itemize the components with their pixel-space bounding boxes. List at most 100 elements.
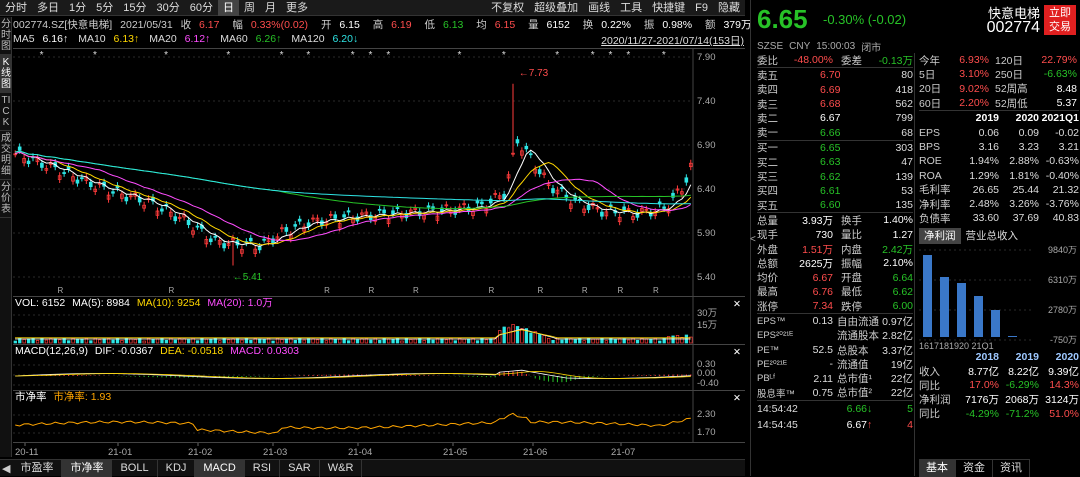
quote-panel: 6.65 -0.30% (-0.02) 快意电梯 002774 立即 交易 SZ… (750, 0, 1080, 477)
period-tab-0[interactable]: 分时 (0, 0, 32, 16)
pb-panel[interactable]: 市净率 市净率: 1.93 ✕ 2.30 1.70 (13, 390, 745, 443)
valuation-row: PBᴸᶠ 2.11 总市值¹ 22亿 (757, 372, 913, 386)
vol-ma10: MA(10): 9254 (136, 297, 201, 309)
commission-ratio-label: 委比 (757, 54, 778, 67)
candle-body (426, 205, 431, 208)
ratio-table: EPS 0.06 0.09 -0.02 BPS 3.16 3.23 3.21 ROE 1.94% 2… (919, 125, 1079, 225)
right-tab-0[interactable]: 基本 (919, 459, 956, 477)
collapse-icon[interactable]: < (750, 234, 756, 245)
indicator-tab-6[interactable]: SAR (280, 459, 320, 477)
toolbar-tool-1[interactable]: 超级叠加 (529, 0, 583, 16)
ask-level-row[interactable]: 卖一 6.66 68 (757, 125, 913, 140)
fin-tab-0[interactable]: 净利润 (919, 227, 961, 244)
indicator-tab-2[interactable]: BOLL (112, 459, 158, 477)
panel-close-icon[interactable]: ✕ (733, 347, 741, 358)
date-range-link[interactable]: 2020/11/27-2021/07/14(153日) (601, 33, 744, 48)
ask-level-row[interactable]: 卖五 6.70 80 (757, 68, 913, 82)
ask-level-row[interactable]: 卖四 6.69 418 (757, 83, 913, 97)
trade-button[interactable]: 立即 交易 (1044, 5, 1076, 35)
year-value: -4.29% (965, 407, 999, 420)
right-tab-2[interactable]: 资讯 (993, 459, 1030, 477)
ma-value: 6.12↑ (181, 33, 211, 45)
indicator-tab-4[interactable]: MACD (195, 459, 245, 477)
perf-value2: 5.37 (1056, 97, 1077, 110)
stat-row-value2: 6.64 (892, 271, 913, 284)
tick-time: 14:54:42 (757, 403, 798, 416)
indicator-tab-7[interactable]: W&R (320, 459, 363, 477)
kline-chart[interactable]: 7.90 7.40 6.90 6.40 5.90 5.40 ←7.73 ←5.41 * * * * * *… (13, 48, 745, 297)
toolbar-tool-3[interactable]: 工具 (615, 0, 647, 16)
ratio-value: -3.76% (1045, 198, 1079, 211)
toolbar-tool-2[interactable]: 画线 (583, 0, 615, 16)
macd-panel[interactable]: MACD(12,26,9) DIF: -0.0367 DEA: -0.0518 … (13, 344, 745, 391)
period-tab-2[interactable]: 1分 (64, 0, 91, 16)
high-field: 高 6.19 (373, 19, 417, 31)
trade-stats: 总量 3.93万 换手 1.40% 现手 730 量比 1.27 外盘 1.51万 内盘 2.42万总… (757, 213, 913, 313)
tick-row: 14:54:42 6.66 ↓ 5 (757, 401, 913, 417)
period-tab-4[interactable]: 15分 (118, 0, 151, 16)
x-axis: 20-11 21-01 21-02 21-03 21-04 21-05 21-06 21-07 (13, 442, 745, 458)
toolbar-tool-6[interactable]: 隐藏 (713, 0, 745, 16)
ratio-value: 1.94% (969, 155, 999, 168)
ratio-value: 0.09 (1018, 126, 1039, 139)
candle-body (524, 145, 529, 150)
volume-panel[interactable]: VOL: 6152 MA(5): 8984 MA(10): 9254 MA(20… (13, 296, 745, 345)
left-view-1[interactable]: K线图 (0, 55, 12, 93)
panel-close-icon[interactable]: ✕ (733, 299, 741, 310)
ratio-row: EPS 0.06 0.09 -0.02 (919, 125, 1079, 139)
period-tab-1[interactable]: 多日 (32, 0, 64, 16)
fin-tab-1[interactable]: 营业总收入 (961, 228, 1024, 244)
toolbar-tool-4[interactable]: 快捷键 (647, 0, 690, 16)
swing-label: 振 (643, 19, 655, 31)
currency: CNY (789, 41, 811, 52)
period-tab-9[interactable]: 月 (260, 0, 281, 16)
fundamentals-column: 今年 6.93% 120日 22.79% 5日 3.10% 250日 -6.63% 20日 9.0… (919, 53, 1079, 421)
ask-level-label: 卖三 (757, 98, 778, 111)
profit-bar-chart: 9840万 6310万 2780万 -750万 1617181920 21Q1 (919, 245, 1079, 351)
right-tab-1[interactable]: 资金 (956, 459, 993, 477)
candle-body (17, 146, 22, 151)
valuation-label2: 总市值¹ (837, 373, 872, 386)
perf-label2: 52周高 (995, 83, 1028, 96)
indicator-tab-1[interactable]: 市净率 (62, 459, 113, 477)
left-view-2[interactable]: TICK (0, 93, 12, 131)
bid-level-row[interactable]: 买四 6.61 53 (757, 184, 913, 198)
year-label: 净利润 (919, 394, 951, 407)
candle-body (80, 177, 84, 180)
panel-close-icon[interactable]: ✕ (733, 393, 741, 404)
left-view-3[interactable]: 成交明细 (0, 131, 12, 180)
indicator-tab-3[interactable]: KDJ (158, 459, 196, 477)
stat-row-value2: 6.00 (892, 300, 913, 313)
vol-label: 量 (528, 19, 539, 31)
volume-bar (75, 338, 80, 344)
period-tab-7[interactable]: 日 (218, 0, 239, 16)
bid-level-row[interactable]: 买二 6.63 47 (757, 155, 913, 169)
candle-body (222, 243, 226, 249)
stat-row-label2: 量比 (841, 229, 862, 242)
ask-level-row[interactable]: 卖三 6.68 562 (757, 97, 913, 111)
toolbar-tool-0[interactable]: 不复权 (486, 0, 529, 16)
bid-level-row[interactable]: 买一 6.65 303 (757, 141, 913, 155)
period-tab-5[interactable]: 30分 (152, 0, 185, 16)
period-tab-6[interactable]: 60分 (185, 0, 218, 16)
bid-level-row[interactable]: 买五 6.60 135 (757, 198, 913, 212)
year-row: 净利润 7176万 2068万 3124万 (919, 392, 1079, 406)
candle-body (124, 196, 129, 202)
period-tab-8[interactable]: 周 (239, 0, 260, 16)
volume-bar (386, 338, 391, 344)
x-tick-label: 21-02 (188, 447, 212, 458)
volume-bar (209, 338, 213, 344)
rights-marker-icon: R (57, 286, 63, 295)
bid-level-row[interactable]: 买三 6.62 139 (757, 169, 913, 184)
indicator-tab-0[interactable]: 市盈率 (12, 459, 63, 477)
period-tab-3[interactable]: 5分 (91, 0, 118, 16)
indicator-tab-5[interactable]: RSI (245, 459, 281, 477)
left-view-0[interactable]: 分时图 (0, 17, 12, 55)
stock-code: 002774.SZ[快意电梯] (13, 19, 113, 31)
toolbar-tool-5[interactable]: F9 (690, 0, 713, 16)
period-tab-10[interactable]: 更多 (281, 0, 313, 16)
ask-level-row[interactable]: 卖二 6.67 799 (757, 111, 913, 125)
volume-bar (626, 339, 631, 344)
left-view-4[interactable]: 分价表 (0, 180, 12, 218)
tabs-prev-icon[interactable]: ◀ (0, 462, 12, 475)
